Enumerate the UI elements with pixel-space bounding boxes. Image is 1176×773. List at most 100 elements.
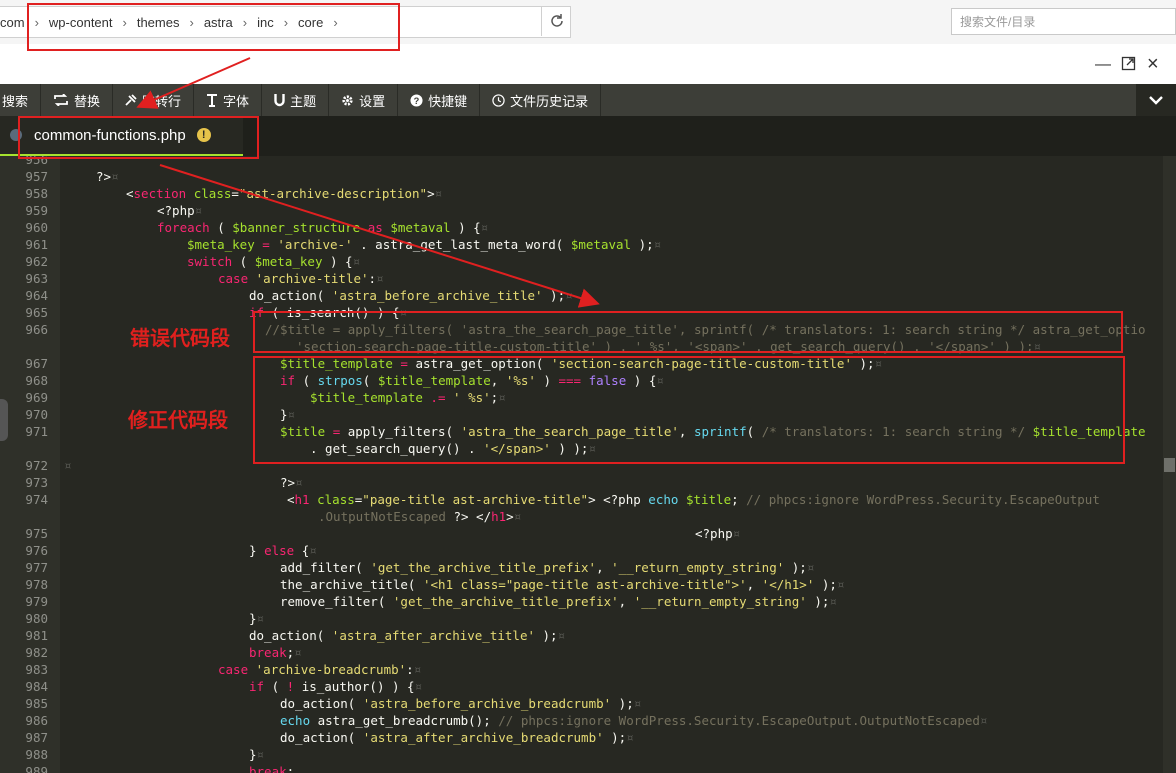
svg-text:?: ? [414, 95, 420, 105]
code-line: 963 case 'archive-title':¤ [0, 270, 1163, 287]
code-line: 957 ?>¤ [0, 168, 1163, 185]
line-number: 988 [25, 747, 48, 762]
tab-highlight-box [18, 116, 259, 159]
chevron-down-icon [1149, 96, 1163, 105]
code-line: 981 do_action( 'astra_after_archive_title… [0, 627, 1163, 644]
toolbar-shortcuts-label: 快捷键 [428, 93, 468, 109]
line-number: 989 [25, 764, 48, 773]
toolbar-theme-button[interactable]: 主题 [262, 84, 330, 116]
fixed-code-highlight-box [253, 356, 1125, 464]
code-line: 958 <section class="ast-archive-descripti… [0, 185, 1163, 202]
line-number: 977 [25, 560, 48, 575]
line-number: 966 [25, 322, 48, 337]
line-number: 964 [25, 288, 48, 303]
gear-icon [342, 94, 353, 106]
code-line: 976} else {¤ [0, 542, 1163, 559]
code-line: .OutputNotEscaped ?> </h1>¤ [318, 509, 522, 524]
code-line: 979 remove_filter( 'get_the_archive_title… [0, 593, 1163, 610]
line-number: 983 [25, 662, 48, 677]
code-line: 985 do_action( 'astra_before_archive_brea… [0, 695, 1163, 712]
breadcrumb-highlight-box [27, 3, 400, 51]
close-button[interactable]: × [1147, 53, 1159, 76]
toolbar-theme-label: 主题 [290, 93, 317, 109]
toolbar-goto-line-button[interactable]: 跳转行 [113, 84, 195, 116]
toolbar-expand-button[interactable] [1136, 84, 1176, 116]
fixed-code-label: 修正代码段 [128, 410, 228, 432]
toolbar-settings-button[interactable]: 设置 [329, 84, 399, 116]
line-number: 984 [25, 679, 48, 694]
line-number: 963 [25, 271, 48, 286]
code-line: 975 <?php¤ [0, 525, 1163, 542]
code-line: 959 <?php¤ [0, 202, 1163, 219]
code-line: 980}¤ [0, 610, 1163, 627]
minimize-button[interactable]: — [1095, 56, 1111, 74]
line-number: 982 [25, 645, 48, 660]
toolbar-shortcuts-button[interactable]: ? 快捷键 [398, 84, 481, 116]
toolbar-search-button[interactable]: 搜索 [0, 84, 42, 116]
line-number: 975 [25, 526, 48, 541]
theme-icon [274, 93, 285, 106]
line-number: 968 [25, 373, 48, 388]
toolbar-font-label: 字体 [223, 93, 250, 109]
code-line: 982 break;¤ [0, 644, 1163, 661]
line-number: 986 [25, 713, 48, 728]
code-line: 987 do_action( 'astra_after_archive_bread… [0, 729, 1163, 746]
line-number: 959 [25, 203, 48, 218]
toolbar-search-label: 搜索 [2, 93, 29, 109]
line-number: 960 [25, 220, 48, 235]
code-line: 964 do_action( 'astra_before_archive_titl… [0, 287, 1163, 304]
toolbar-replace-label: 替换 [74, 93, 101, 109]
line-number: 973 [25, 475, 48, 490]
line-number: 958 [25, 186, 48, 201]
code-line: 983 case 'archive-breadcrumb':¤ [0, 661, 1163, 678]
vertical-scrollbar[interactable] [1163, 156, 1176, 773]
toolbar-replace-button[interactable]: 替换 [41, 84, 114, 116]
line-number: 978 [25, 577, 48, 592]
line-number: 985 [25, 696, 48, 711]
replace-icon [54, 94, 68, 106]
code-line: 962 switch ( $meta_key ) {¤ [0, 253, 1163, 270]
line-number: 965 [25, 305, 48, 320]
toolbar-history-label: 文件历史记录 [510, 93, 589, 109]
code-line: 960 foreach ( $banner_structure as $metav… [0, 219, 1163, 236]
code-line: 988}¤ [0, 746, 1163, 763]
line-number: 976 [25, 543, 48, 558]
toolbar-settings-label: 设置 [359, 93, 386, 109]
refresh-icon [551, 14, 563, 27]
toolbar-goto-line-label: 跳转行 [142, 93, 182, 109]
line-number: 957 [25, 169, 48, 184]
goto-line-icon [125, 94, 137, 106]
maximize-button[interactable] [1121, 56, 1136, 76]
editor-toolbar: 搜索 替换 跳转行 字体 主题 设置 ? 快捷键 文件历史记录 [0, 84, 1176, 116]
line-number: 980 [25, 611, 48, 626]
line-number: 962 [25, 254, 48, 269]
line-number: 967 [25, 356, 48, 371]
toolbar-history-button[interactable]: 文件历史记录 [480, 84, 602, 116]
code-line: 989 break; [0, 763, 1163, 773]
code-line: 961 $meta_key = 'archive-' . astra_get_la… [0, 236, 1163, 253]
line-number: 979 [25, 594, 48, 609]
wrong-code-label: 错误代码段 [130, 328, 230, 350]
line-number: 981 [25, 628, 48, 643]
side-panel-toggle[interactable] [0, 399, 8, 441]
maximize-icon [1121, 56, 1136, 71]
code-editor[interactable]: 956 957 ?>¤ 958 <section class="ast-archiv… [0, 156, 1163, 773]
code-line: 984 if ( ! is_author() ) {¤ [0, 678, 1163, 695]
code-line: 978 the_archive_title( '<h1 class="page-t… [0, 576, 1163, 593]
code-line: 974 <h1 class="page-title ast-archive-tit… [0, 491, 1163, 508]
help-icon: ? [410, 93, 423, 107]
code-line: 977 add_filter( 'get_the_archive_title_pr… [0, 559, 1163, 576]
line-number: 961 [25, 237, 48, 252]
scrollbar-thumb[interactable] [1164, 458, 1175, 472]
code-line: 986 echo astra_get_breadcrumb(); // phpcs… [0, 712, 1163, 729]
line-number: 972 [25, 458, 48, 473]
line-number: 974 [25, 492, 48, 507]
font-icon [207, 93, 218, 107]
wrong-code-highlight-box [253, 311, 1123, 353]
code-line: 973 ?>¤ [0, 474, 1163, 491]
toolbar-font-button[interactable]: 字体 [194, 84, 263, 116]
line-number: 987 [25, 730, 48, 745]
file-search-input[interactable]: 搜索文件/目录 [951, 8, 1176, 35]
history-icon [492, 93, 505, 107]
refresh-button[interactable] [541, 6, 572, 36]
